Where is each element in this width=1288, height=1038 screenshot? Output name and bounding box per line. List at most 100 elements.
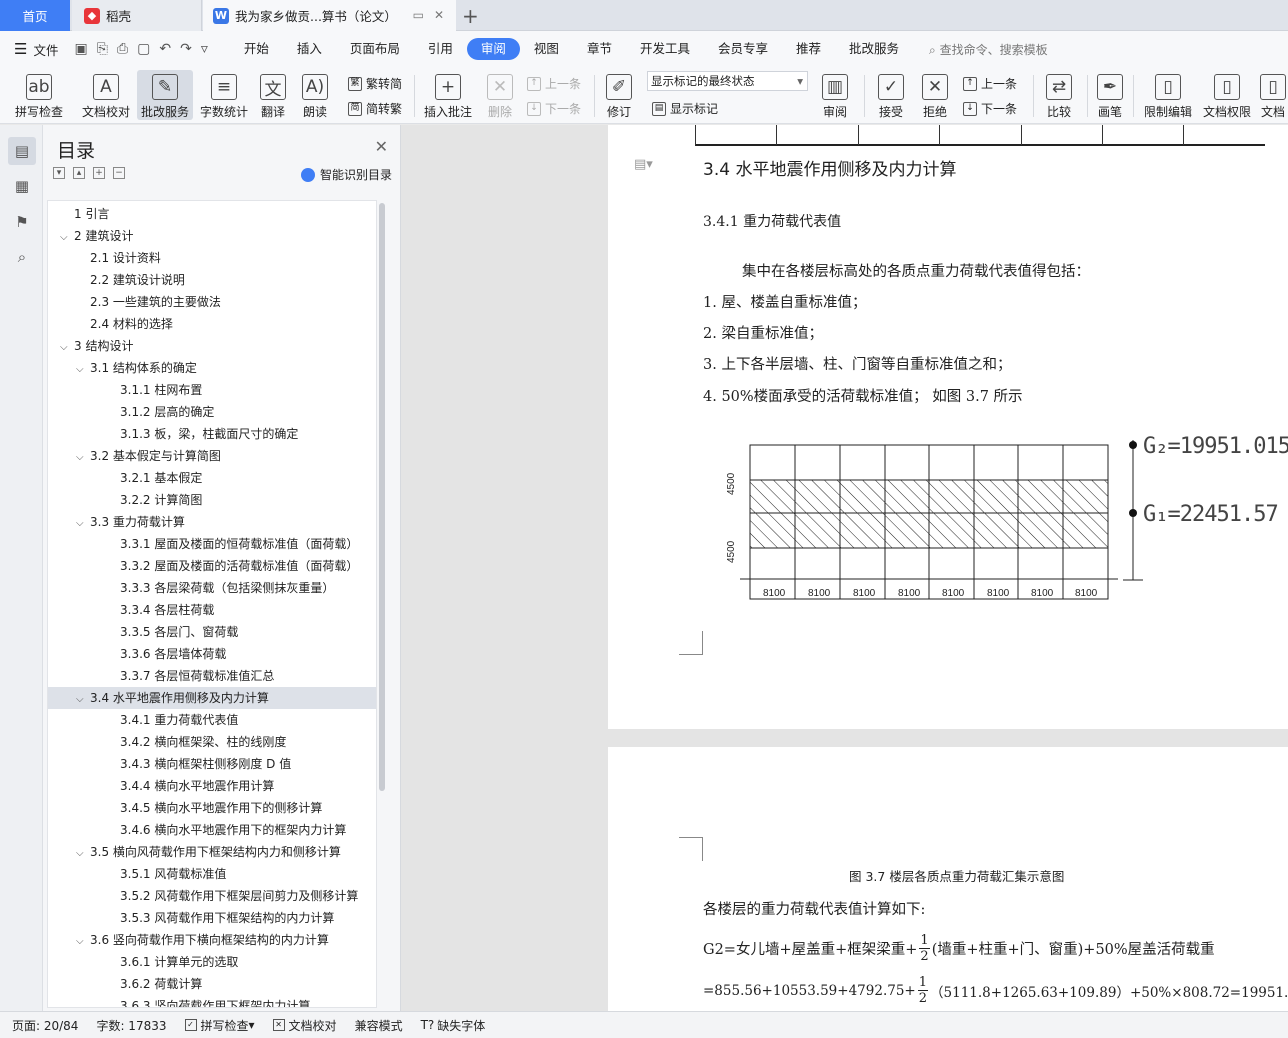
toc-item[interactable]: 3.3.1 屋面及楼面的恒荷载标准值（面荷载） — [48, 533, 376, 555]
toc-item[interactable]: 3.4.6 横向水平地震作用下的框架内力计算 — [48, 819, 376, 841]
menu-item[interactable]: 推荐 — [782, 38, 835, 60]
toc-item[interactable]: 3.3.5 各层门、窗荷载 — [48, 621, 376, 643]
page-indicator[interactable]: 页面: 20/84 — [12, 1017, 78, 1034]
document-page[interactable]: ▤▾ 3.4 水平地震作用侧移及内力计算 3.4.1 重力荷载代表值 集中在各楼… — [608, 125, 1288, 729]
spell-check-button[interactable]: ab 拼写检查 — [8, 70, 70, 120]
menu-item[interactable]: 引用 — [414, 38, 467, 60]
document-permission-button[interactable]: ▯ 文档权限 — [1200, 70, 1254, 120]
menu-item[interactable]: 审阅 — [466, 38, 520, 60]
next-comment-button[interactable]: ↓ 下一条 — [527, 100, 581, 117]
toc-item[interactable]: 3.3.7 各层恒荷载标准值汇总 — [48, 665, 376, 687]
review-pane-button[interactable]: ▥ 审阅 — [815, 70, 855, 120]
delete-comment-button[interactable]: ✕ 删除 — [480, 70, 520, 120]
menu-item[interactable]: 章节 — [573, 38, 626, 60]
missing-font-button[interactable]: T? 缺失字体 — [421, 1017, 486, 1034]
correction-service-button[interactable]: ✎ 批改服务 — [137, 70, 193, 120]
proofread-button[interactable]: A 文档校对 — [78, 70, 134, 120]
show-markup-button[interactable]: ▤ 显示标记 — [652, 100, 718, 117]
toc-item[interactable]: 3.1.1 柱网布置 — [48, 379, 376, 401]
toc-item[interactable]: 2.3 一些建筑的主要做法 — [48, 291, 376, 313]
menu-item[interactable]: 页面布局 — [336, 38, 414, 60]
toc-item[interactable]: 3.6.2 荷载计算 — [48, 973, 376, 995]
toc-item[interactable]: 3.5.3 风荷载作用下框架结构的内力计算 — [48, 907, 376, 929]
toc-item[interactable]: 3.6.3 竖向荷载作用下框架内力计算 — [48, 995, 376, 1007]
track-changes-button[interactable]: ✐ 修订 — [601, 70, 637, 120]
preview-icon[interactable]: ▢ — [137, 41, 150, 57]
chevron-down-icon[interactable]: ⌵ — [76, 447, 90, 469]
chevron-down-icon[interactable]: ⌵ — [60, 337, 74, 359]
toc-item[interactable]: ⌵ 3 结构设计 — [48, 335, 376, 359]
chevron-down-icon[interactable]: ⌵ — [76, 931, 90, 953]
toc-item[interactable]: 3.3.2 屋面及楼面的活荷载标准值（面荷载） — [48, 555, 376, 577]
word-count-button[interactable]: ≡ 字数统计 — [197, 70, 251, 120]
toc-item[interactable]: 3.4.1 重力荷载代表值 — [48, 709, 376, 731]
toc-item[interactable]: ⌵ 3.3 重力荷载计算 — [48, 511, 376, 535]
toc-item[interactable]: 3.1.2 层高的确定 — [48, 401, 376, 423]
remove-heading-icon[interactable]: − — [113, 167, 125, 179]
expand-all-icon[interactable]: ▴ — [73, 167, 85, 179]
pin-icon[interactable]: ▭ — [413, 8, 424, 22]
undo-icon[interactable]: ↶ — [159, 41, 171, 57]
toc-item[interactable]: 3.2.2 计算简图 — [48, 489, 376, 511]
toc-item[interactable]: ⌵ 3.2 基本假定与计算简图 — [48, 445, 376, 469]
toc-item[interactable]: ⌵ 3.6 竖向荷载作用下横向框架结构的内力计算 — [48, 929, 376, 953]
chevron-down-icon[interactable]: ⌵ — [76, 513, 90, 535]
next-change-button[interactable]: ↓ 下一条 — [963, 100, 1017, 117]
tab-daoke[interactable]: ◆ 稻壳 — [72, 0, 202, 31]
tab-home[interactable]: 首页 — [0, 0, 70, 31]
document-page[interactable]: 图 3.7 楼层各质点重力荷载汇集示意图 各楼层的重力荷载代表值计算如下: G2… — [608, 747, 1288, 1011]
toc-icon[interactable]: ▤ — [8, 137, 36, 165]
command-search[interactable]: ⌕ 查找命令、搜索模板 — [929, 41, 1048, 58]
restrict-editing-button[interactable]: ▯ 限制编辑 — [1140, 70, 1196, 120]
bookmark-icon[interactable]: ⚑ — [12, 213, 32, 233]
toc-item[interactable]: 3.1.3 板，梁，柱截面尺寸的确定 — [48, 423, 376, 445]
menu-item[interactable]: 视图 — [520, 38, 573, 60]
prev-change-button[interactable]: ↑ 上一条 — [963, 75, 1017, 92]
compare-button[interactable]: ⇄ 比较 — [1038, 70, 1080, 120]
toc-item[interactable]: ⌵ 2 建筑设计 — [48, 225, 376, 249]
toc-item[interactable]: 3.5.2 风荷载作用下框架层间剪力及侧移计算 — [48, 885, 376, 907]
read-aloud-button[interactable]: A) 朗读 — [298, 70, 332, 120]
add-heading-icon[interactable]: + — [93, 167, 105, 179]
toc-item[interactable]: 3.6.1 计算单元的选取 — [48, 951, 376, 973]
more-icon[interactable]: ▿ — [201, 41, 208, 57]
toc-item[interactable]: 3.4.5 横向水平地震作用下的侧移计算 — [48, 797, 376, 819]
toc-item[interactable]: 3.3.4 各层柱荷载 — [48, 599, 376, 621]
word-count-indicator[interactable]: 字数: 17833 — [96, 1017, 166, 1034]
document-more-button[interactable]: ▯ 文档 — [1258, 70, 1288, 120]
redo-icon[interactable]: ↷ — [180, 41, 192, 57]
document-canvas[interactable]: ▤▾ 3.4 水平地震作用侧移及内力计算 3.4.1 重力荷载代表值 集中在各楼… — [401, 125, 1288, 1011]
translate-button[interactable]: 文翻译 — [256, 70, 290, 120]
chevron-down-icon[interactable]: ⌵ — [60, 227, 74, 249]
print-icon[interactable]: ⎙ — [117, 41, 128, 57]
menu-item[interactable]: 开发工具 — [626, 38, 704, 60]
chevron-down-icon[interactable]: ⌵ — [76, 689, 90, 711]
chevron-down-icon[interactable]: ⌵ — [76, 359, 90, 381]
export-icon[interactable]: ⎘ — [97, 41, 108, 57]
save-icon[interactable]: ▣ — [74, 41, 87, 57]
menu-item[interactable]: 开始 — [230, 38, 283, 60]
toc-item[interactable]: ⌵ 3.1 结构体系的确定 — [48, 357, 376, 381]
toc-item[interactable]: 3.3.6 各层墙体荷载 — [48, 643, 376, 665]
pen-button[interactable]: ✒ 画笔 — [1093, 70, 1127, 120]
close-tab-icon[interactable]: ✕ — [434, 8, 444, 22]
toc-item[interactable]: 3.4.2 横向框架梁、柱的线刚度 — [48, 731, 376, 753]
close-panel-icon[interactable]: ✕ — [375, 137, 388, 156]
reject-button[interactable]: ✕ 拒绝 — [915, 70, 955, 120]
toc-item[interactable]: 2.1 设计资料 — [48, 247, 376, 269]
menu-item[interactable]: 会员专享 — [704, 38, 782, 60]
simp-to-trad-button[interactable]: 简简转繁 — [348, 100, 402, 117]
prev-comment-button[interactable]: ↑ 上一条 — [527, 75, 581, 92]
markup-state-select[interactable]: 显示标记的最终状态 — [647, 71, 808, 91]
toc-item[interactable]: 2.4 材料的选择 — [48, 313, 376, 335]
toc-item[interactable]: 2.2 建筑设计说明 — [48, 269, 376, 291]
toc-item[interactable]: 3.5.1 风荷载标准值 — [48, 863, 376, 885]
new-tab-button[interactable]: + — [462, 4, 479, 28]
insert-comment-button[interactable]: + 插入批注 — [422, 70, 474, 120]
collapse-all-icon[interactable]: ▾ — [53, 167, 65, 179]
chevron-down-icon[interactable]: ⌵ — [76, 843, 90, 865]
toc-item[interactable]: 3.3.3 各层梁荷载（包括梁侧抹灰重量） — [48, 577, 376, 599]
chapter-icon[interactable]: ▦ — [12, 177, 32, 197]
toc-item[interactable]: 3.4.4 横向水平地震作用计算 — [48, 775, 376, 797]
toc-item[interactable]: 3.4.3 横向框架柱侧移刚度 D 值 — [48, 753, 376, 775]
